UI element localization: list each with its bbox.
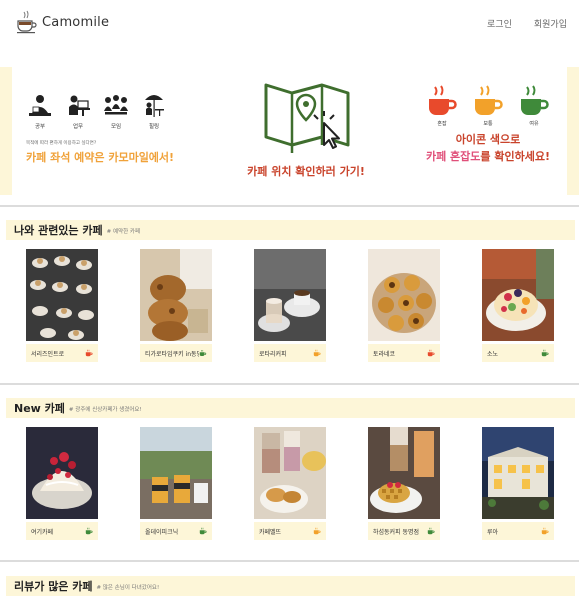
free-cup-icon	[521, 85, 549, 115]
normal-cup-icon	[313, 349, 321, 357]
cafe-photo	[368, 427, 440, 519]
cafe-card[interactable]: 여기카페	[26, 427, 98, 540]
section-title: New 카페	[14, 402, 65, 415]
cafe-name: 소노	[487, 350, 499, 358]
congestion-promo: 혼잡 보통 여유 아이콘 색으로 카페 혼잡도를 확인하세요!	[414, 85, 562, 185]
login-link[interactable]: 로그인	[487, 17, 512, 30]
banner-right-line2: 카페 혼잡도를 확인하세요!	[414, 148, 562, 164]
cafe-photo	[140, 427, 212, 519]
cafe-name: 로타리커피	[259, 350, 287, 358]
cafe-card-row: 서리즈인트로 티가로타임쿠키 in동명 로타리커피 토라네코 소노	[26, 249, 556, 369]
free-cup-icon	[199, 527, 207, 535]
cafe-photo	[26, 427, 98, 519]
banner-left-subtitle: 목적에 따라 편하게 이용하고 싶다면?	[26, 141, 97, 146]
section-subtitle: # 예약한 카페	[106, 229, 141, 235]
cafe-name: 서리즈인트로	[31, 350, 65, 358]
section-title: 리뷰가 많은 카페	[14, 580, 93, 593]
cafe-name: 토라네코	[373, 350, 396, 358]
cafe-name: 루아	[487, 528, 499, 536]
banner-right-rest: 를 확인하세요!	[480, 150, 550, 163]
cup-label: 보통	[483, 121, 493, 127]
cafe-card[interactable]: 루아	[482, 427, 554, 540]
cafe-name: 올데이피크닉	[145, 528, 179, 536]
section-header: 리뷰가 많은 카페 # 많은 손님이 다녀갔어요!	[6, 576, 575, 596]
cafe-card[interactable]: 로타리커피	[254, 249, 326, 362]
free-cup-icon	[541, 349, 549, 357]
section-header: 나와 관련있는 카페 # 예약한 카페	[6, 220, 575, 240]
cafe-name: 카페벨뜨	[259, 528, 282, 536]
banner-center-title: 카페 위치 확인하러 가기!	[247, 165, 365, 178]
section-header: New 카페 # 광주에 신상카페가 생겼어요!	[6, 398, 575, 418]
map-pin-cursor-icon	[264, 83, 350, 153]
free-cup-icon	[427, 527, 435, 535]
cafe-photo	[140, 249, 212, 341]
cup-label: 여유	[529, 121, 539, 127]
logo[interactable]: Camomile	[16, 10, 109, 34]
cafe-photo	[26, 249, 98, 341]
free-cup-icon	[200, 349, 207, 357]
purpose-label: 업무	[72, 124, 84, 130]
cafe-card[interactable]: 올데이피크닉	[140, 427, 212, 540]
section-divider	[0, 560, 579, 562]
signup-link[interactable]: 회원가입	[534, 17, 567, 30]
cafe-card[interactable]: 카페벨뜨	[254, 427, 326, 540]
map-link[interactable]: 카페 위치 확인하러 가기!	[238, 77, 378, 189]
busy-cup-icon	[85, 349, 93, 357]
busy-cup-icon	[427, 349, 435, 357]
cup-label: 혼잡	[437, 121, 447, 127]
cafe-card[interactable]: 토라네코	[368, 249, 440, 362]
app-name: Camomile	[42, 14, 110, 30]
banner-right-line1: 아이콘 색으로	[455, 133, 521, 146]
banner-left-title: 카페 좌석 예약은 카모마일에서!	[26, 151, 175, 164]
cafe-photo	[254, 427, 326, 519]
work-icon	[64, 93, 92, 119]
coffee-cup-logo-icon	[17, 10, 37, 34]
healing-icon	[140, 91, 168, 119]
purpose-label: 공부	[34, 124, 46, 130]
banner-content: 공부 업무 모임 힐링 목적에 따라 편하게 이용하고 싶다면? 카페 좌석 예…	[12, 67, 567, 195]
header: Camomile 로그인 회원가입	[0, 0, 579, 62]
section-divider	[0, 383, 579, 385]
section-subtitle: # 광주에 신상카페가 생겼어요!	[68, 407, 142, 413]
cafe-photo	[368, 249, 440, 341]
cafe-name: 하섬동커피 동명점	[373, 528, 420, 536]
meeting-icon	[102, 93, 130, 119]
cafe-card-row: 여기카페 올데이피크닉 카페벨뜨 하섬동커피 동명점 루아	[26, 427, 556, 547]
normal-cup-icon	[313, 527, 321, 535]
section-title: 나와 관련있는 카페	[14, 224, 103, 237]
section-divider	[0, 205, 579, 207]
promo-banner: 공부 업무 모임 힐링 목적에 따라 편하게 이용하고 싶다면? 카페 좌석 예…	[0, 67, 579, 195]
cafe-name: 여기카페	[31, 528, 54, 536]
cafe-name: 티가로타임쿠키 in동명	[145, 350, 200, 358]
banner-right-highlight: 카페 혼잡도	[425, 150, 481, 163]
cafe-photo	[482, 249, 554, 341]
cafe-card[interactable]: 소노	[482, 249, 554, 362]
reservation-promo[interactable]: 공부 업무 모임 힐링 목적에 따라 편하게 이용하고 싶다면? 카페 좌석 예…	[26, 89, 196, 189]
normal-cup-icon	[475, 85, 503, 115]
cafe-card[interactable]: 티가로타임쿠키 in동명	[140, 249, 212, 362]
top-nav: 로그인 회원가입	[487, 17, 567, 30]
cafe-card[interactable]: 하섬동커피 동명점	[368, 427, 440, 540]
purpose-label: 모임	[110, 124, 122, 130]
busy-cup-icon	[429, 85, 457, 115]
cafe-card[interactable]: 서리즈인트로	[26, 249, 98, 362]
cafe-photo	[254, 249, 326, 341]
free-cup-icon	[85, 527, 93, 535]
normal-cup-icon	[541, 527, 549, 535]
section-subtitle: # 많은 손님이 다녀갔어요!	[96, 585, 160, 591]
cafe-photo	[482, 427, 554, 519]
purpose-label: 힐링	[148, 124, 160, 130]
study-icon	[26, 93, 54, 119]
